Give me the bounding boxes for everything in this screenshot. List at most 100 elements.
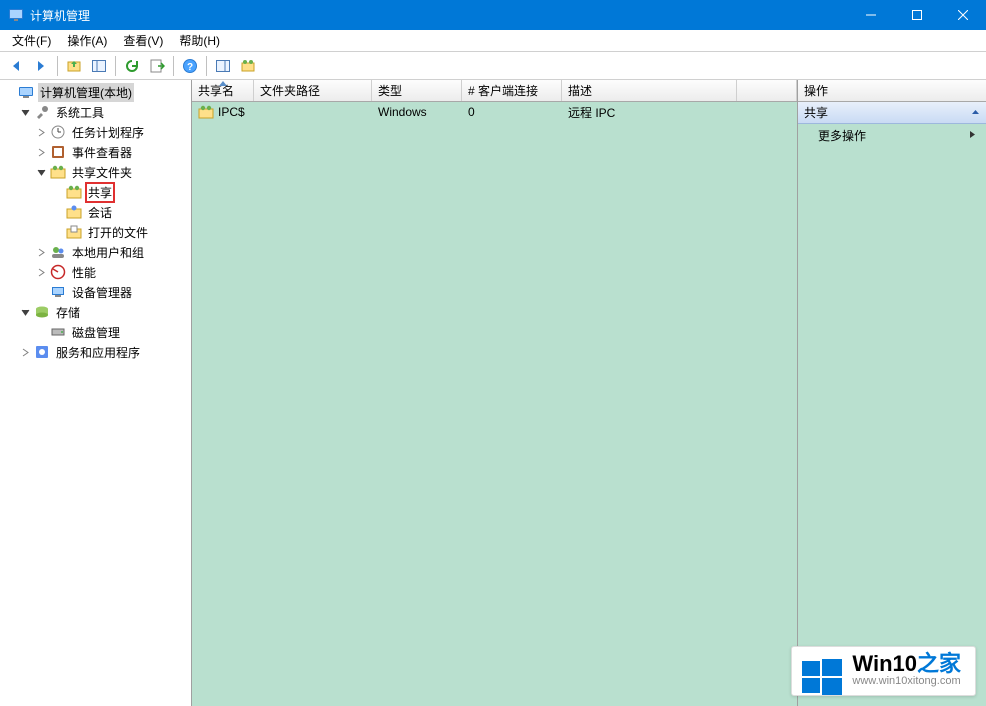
app-icon xyxy=(8,7,24,23)
tree-label: 任务计划程序 xyxy=(70,123,146,142)
forward-button[interactable] xyxy=(29,54,53,78)
column-type[interactable]: 类型 xyxy=(372,80,462,101)
tree-label: 共享 xyxy=(86,183,114,202)
tree-open-files[interactable]: 打开的文件 xyxy=(0,222,191,242)
chevron-right-icon[interactable] xyxy=(2,85,16,99)
new-share-button[interactable] xyxy=(236,54,260,78)
tree-pane[interactable]: 计算机管理(本地) 系统工具 任务计划程序 事件查看器 共享文件夹 xyxy=(0,80,192,706)
cell-share-name: IPC$ xyxy=(192,104,254,120)
column-filler xyxy=(737,80,797,101)
shared-folder-icon xyxy=(50,164,66,180)
tree-label: 打开的文件 xyxy=(86,223,150,242)
event-icon xyxy=(50,144,66,160)
tree-label: 设备管理器 xyxy=(70,283,134,302)
share-icon xyxy=(198,104,214,120)
chevron-down-icon[interactable] xyxy=(18,105,32,119)
close-button[interactable] xyxy=(940,0,986,30)
action-section[interactable]: 共享 xyxy=(798,102,986,124)
spacer xyxy=(34,325,48,339)
tree-label: 会话 xyxy=(86,203,114,222)
back-button[interactable] xyxy=(4,54,28,78)
export-button[interactable] xyxy=(145,54,169,78)
menu-view[interactable]: 查看(V) xyxy=(115,30,171,51)
action-more[interactable]: 更多操作 xyxy=(798,124,986,146)
open-files-icon xyxy=(66,224,82,240)
tree-event-viewer[interactable]: 事件查看器 xyxy=(0,142,191,162)
tree-performance[interactable]: 性能 xyxy=(0,262,191,282)
action-pane-toggle-button[interactable] xyxy=(211,54,235,78)
tree-sessions[interactable]: 会话 xyxy=(0,202,191,222)
chevron-down-icon[interactable] xyxy=(34,165,48,179)
column-share-name[interactable]: 共享名 xyxy=(192,80,254,101)
tree-label: 计算机管理(本地) xyxy=(38,83,134,102)
column-description[interactable]: 描述 xyxy=(562,80,737,101)
tree-services-apps[interactable]: 服务和应用程序 xyxy=(0,342,191,362)
chevron-right-icon[interactable] xyxy=(34,145,48,159)
action-item-label: 更多操作 xyxy=(818,127,866,144)
tree-label: 磁盘管理 xyxy=(70,323,122,342)
window-controls xyxy=(848,0,986,30)
computer-icon xyxy=(18,84,34,100)
disk-icon xyxy=(50,324,66,340)
tree-label: 共享文件夹 xyxy=(70,163,134,182)
services-icon xyxy=(34,344,50,360)
windows-logo-icon xyxy=(802,657,842,702)
column-clients[interactable]: # 客户端连接 xyxy=(462,80,562,101)
action-section-label: 共享 xyxy=(804,104,828,121)
tree-local-users[interactable]: 本地用户和组 xyxy=(0,242,191,262)
cell-type: Windows xyxy=(372,105,462,119)
tree-label: 事件查看器 xyxy=(70,143,134,162)
cell-text: IPC$ xyxy=(218,105,245,119)
menu-file[interactable]: 文件(F) xyxy=(4,30,59,51)
show-hide-tree-button[interactable] xyxy=(87,54,111,78)
list-header: 共享名 文件夹路径 类型 # 客户端连接 描述 xyxy=(192,80,797,102)
menu-action[interactable]: 操作(A) xyxy=(59,30,115,51)
watermark-title: Win10之家 xyxy=(852,653,961,675)
maximize-button[interactable] xyxy=(894,0,940,30)
window-title: 计算机管理 xyxy=(30,7,848,24)
tree-disk-management[interactable]: 磁盘管理 xyxy=(0,322,191,342)
list-body[interactable]: IPC$ Windows 0 远程 IPC xyxy=(192,102,797,706)
spacer xyxy=(50,205,64,219)
action-pane: 操作 共享 更多操作 xyxy=(798,80,986,706)
tree-label: 存储 xyxy=(54,303,82,322)
main-area: 计算机管理(本地) 系统工具 任务计划程序 事件查看器 共享文件夹 xyxy=(0,80,986,706)
tree-storage[interactable]: 存储 xyxy=(0,302,191,322)
title-bar: 计算机管理 xyxy=(0,0,986,30)
tree-system-tools[interactable]: 系统工具 xyxy=(0,102,191,122)
action-header: 操作 xyxy=(798,80,986,102)
chevron-right-icon[interactable] xyxy=(34,265,48,279)
performance-icon xyxy=(50,264,66,280)
chevron-right-icon xyxy=(969,128,976,142)
session-icon xyxy=(66,204,82,220)
menu-help[interactable]: 帮助(H) xyxy=(171,30,228,51)
tree-root[interactable]: 计算机管理(本地) xyxy=(0,82,191,102)
collapse-icon xyxy=(971,106,980,120)
watermark: Win10之家 www.win10xitong.com xyxy=(791,646,976,696)
tree-device-manager[interactable]: 设备管理器 xyxy=(0,282,191,302)
tree-label: 服务和应用程序 xyxy=(54,343,142,362)
spacer xyxy=(34,285,48,299)
tree-shared-folders[interactable]: 共享文件夹 xyxy=(0,162,191,182)
chevron-down-icon[interactable] xyxy=(18,305,32,319)
cell-description: 远程 IPC xyxy=(562,104,737,121)
tree-shares[interactable]: 共享 xyxy=(0,182,191,202)
list-row[interactable]: IPC$ Windows 0 远程 IPC xyxy=(192,102,797,122)
help-button[interactable]: ? xyxy=(178,54,202,78)
tree-task-scheduler[interactable]: 任务计划程序 xyxy=(0,122,191,142)
toolbar-separator xyxy=(173,56,174,76)
minimize-button[interactable] xyxy=(848,0,894,30)
tools-icon xyxy=(34,104,50,120)
svg-text:?: ? xyxy=(187,62,193,73)
tree-label: 本地用户和组 xyxy=(70,243,146,262)
spacer xyxy=(50,185,64,199)
refresh-button[interactable] xyxy=(120,54,144,78)
column-folder-path[interactable]: 文件夹路径 xyxy=(254,80,372,101)
chevron-right-icon[interactable] xyxy=(18,345,32,359)
chevron-right-icon[interactable] xyxy=(34,245,48,259)
chevron-right-icon[interactable] xyxy=(34,125,48,139)
list-pane: 共享名 文件夹路径 类型 # 客户端连接 描述 IPC$ Windows 0 远… xyxy=(192,80,798,706)
toolbar: ? xyxy=(0,52,986,80)
up-button[interactable] xyxy=(62,54,86,78)
toolbar-separator xyxy=(57,56,58,76)
